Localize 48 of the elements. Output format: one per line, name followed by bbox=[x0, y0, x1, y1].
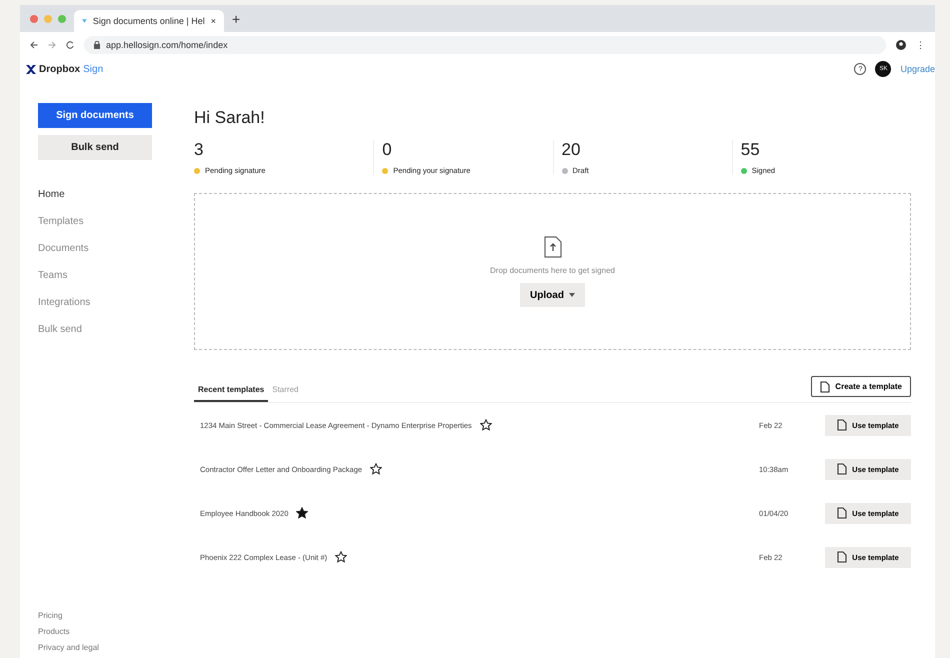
document-icon bbox=[837, 507, 848, 519]
browser-menu-button[interactable]: ⋮ bbox=[916, 40, 925, 50]
upgrade-link[interactable]: Upgrade bbox=[900, 64, 935, 74]
footer-link[interactable]: Pricing bbox=[38, 611, 174, 620]
logo-icon bbox=[26, 64, 36, 74]
browser-tab[interactable]: Sign documents online | Hel × bbox=[74, 10, 224, 32]
logo-product: Sign bbox=[83, 64, 104, 74]
back-icon[interactable] bbox=[30, 41, 38, 49]
greeting: Hi Sarah! bbox=[194, 108, 266, 128]
create-template-button[interactable]: Create a template bbox=[811, 376, 911, 397]
document-icon bbox=[837, 551, 848, 563]
footer-link[interactable]: Products bbox=[38, 627, 174, 636]
stat-count[interactable]: 3 bbox=[194, 140, 364, 160]
footer-link[interactable]: Privacy and legal bbox=[38, 643, 174, 652]
close-tab-button[interactable]: × bbox=[210, 16, 216, 26]
dropzone[interactable]: Drop documents here to get signed Upload bbox=[194, 193, 911, 350]
sidebar-item[interactable]: Documents bbox=[38, 243, 174, 257]
dropzone-text: Drop documents here to get signed bbox=[490, 266, 615, 275]
star-icon[interactable] bbox=[335, 551, 348, 563]
caret-icon bbox=[568, 293, 575, 297]
address-bar[interactable]: app.hellosign.com/home/index bbox=[84, 36, 886, 54]
stat-count[interactable]: 20 bbox=[562, 140, 722, 160]
sign-documents-button[interactable]: Sign documents bbox=[38, 103, 152, 128]
stat-count[interactable]: 0 bbox=[382, 140, 542, 160]
url-text: app.hellosign.com/home/index bbox=[106, 40, 228, 50]
sidebar-item[interactable]: Bulk send bbox=[38, 324, 174, 338]
upload-file-icon bbox=[544, 236, 562, 258]
sidebar-item[interactable]: Teams bbox=[38, 270, 174, 284]
stat-count[interactable]: 55 bbox=[740, 140, 901, 160]
tab-title: Sign documents online | Hel bbox=[92, 16, 205, 26]
lock-icon bbox=[94, 41, 100, 49]
star-icon[interactable] bbox=[370, 463, 382, 475]
sidebar-item[interactable]: Integrations bbox=[38, 297, 174, 311]
tab[interactable]: Recent templates bbox=[194, 385, 268, 402]
star-icon[interactable] bbox=[480, 419, 492, 431]
sidebar-item[interactable]: Templates bbox=[38, 216, 174, 230]
document-icon bbox=[837, 463, 848, 475]
new-tab-button[interactable]: + bbox=[232, 10, 240, 26]
profile-icon[interactable] bbox=[896, 40, 906, 50]
document-icon bbox=[820, 380, 830, 392]
reload-icon[interactable] bbox=[66, 41, 74, 49]
star-icon[interactable] bbox=[296, 507, 308, 519]
document-icon bbox=[837, 419, 848, 431]
bulk-send-button[interactable]: Bulk send bbox=[38, 135, 152, 160]
sidebar-item[interactable]: Home bbox=[38, 189, 174, 203]
upload-button[interactable]: Upload bbox=[520, 283, 585, 307]
logo-brand: Dropbox bbox=[39, 64, 80, 74]
site-icon bbox=[82, 17, 87, 25]
